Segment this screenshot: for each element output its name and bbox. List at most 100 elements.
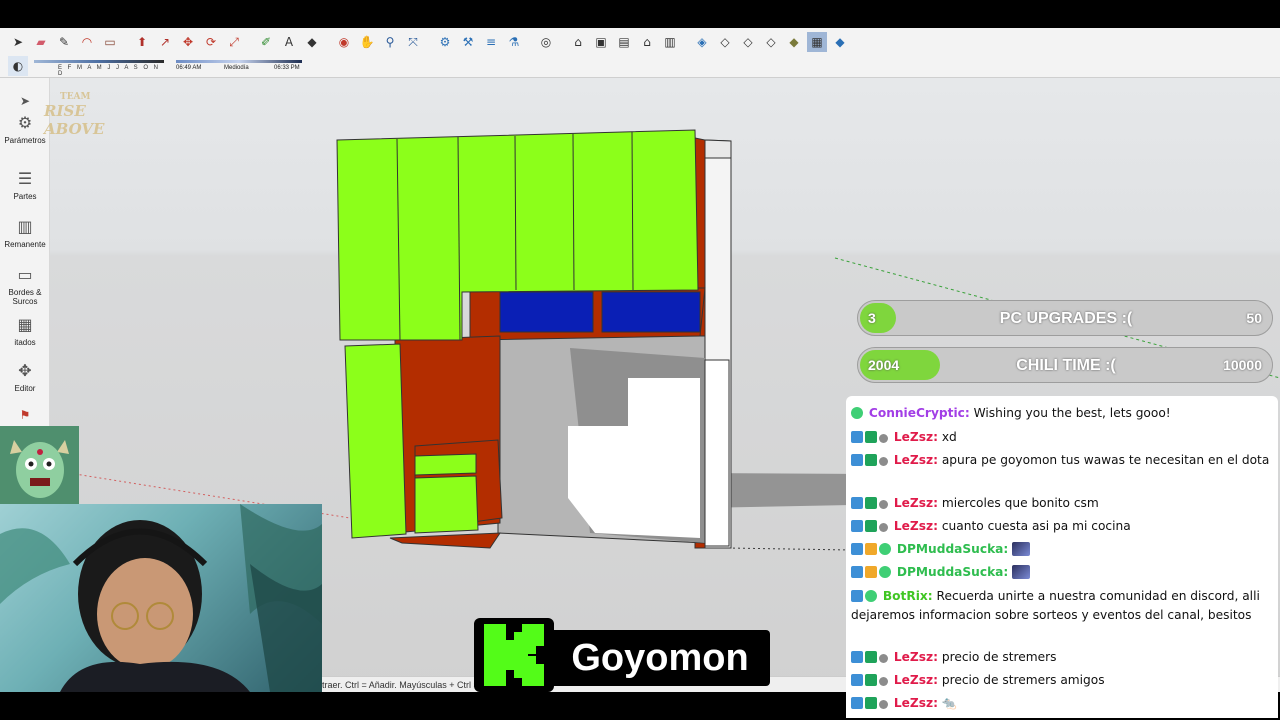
kick-logo-icon xyxy=(474,618,554,692)
chat-message: LeZsz: 🐀 xyxy=(851,694,1271,713)
chat-message: ConnieCryptic: Wishing you the best, let… xyxy=(851,404,1271,423)
og-badge-icon xyxy=(865,454,877,466)
time-start-label: 06:49 AM xyxy=(176,65,202,71)
goal-bar-chili-time: 2004 CHILI TIME :( 10000 xyxy=(857,347,1273,383)
shadows-toggle-icon[interactable]: ◐ xyxy=(8,56,28,76)
chat-text: xd xyxy=(941,430,957,444)
pan-icon[interactable]: ✋ xyxy=(357,32,377,52)
grey-badge-icon xyxy=(879,654,888,663)
chat-username: LeZsz: xyxy=(893,650,938,664)
orbit-icon[interactable]: ◉ xyxy=(334,32,354,52)
sidebar-item-itados[interactable]: ▦ itados xyxy=(0,314,50,347)
webcam-person-image xyxy=(0,504,322,692)
subscriber-badge-icon xyxy=(851,651,863,663)
chat-text: Wishing you the best, lets gooo! xyxy=(973,406,1171,420)
subscriber-badge-icon xyxy=(851,431,863,443)
hidden-line-icon[interactable]: ◇ xyxy=(738,32,758,52)
back-view-icon[interactable]: ▥ xyxy=(660,32,680,52)
follow-me-icon[interactable]: ↗ xyxy=(155,32,175,52)
og-badge-icon xyxy=(865,651,877,663)
chat-message: LeZsz: precio de stremers amigos xyxy=(851,671,1271,690)
chat-message: LeZsz: precio de stremers xyxy=(851,648,1271,667)
chat-username: DPMuddaSucka: xyxy=(896,565,1009,579)
plugin-sidebar: ➤ ⚙ Parámetros ☰ Partes ▥ Remanente ▭ Bo… xyxy=(0,78,50,426)
month-slider[interactable]: E F M A M J J A S O N D xyxy=(34,57,164,77)
month-labels: E F M A M J J A S O N D xyxy=(58,65,161,77)
select-arrow-icon: ➤ xyxy=(19,94,31,108)
sidebar-item-label: Bordes & Surcos xyxy=(8,288,42,306)
xray-icon[interactable]: ◈ xyxy=(692,32,712,52)
top-view-icon[interactable]: ▣ xyxy=(591,32,611,52)
rat-emote-icon: 🐀 xyxy=(941,696,958,710)
component-icon[interactable]: ⚙ xyxy=(435,32,455,52)
rectangle-icon[interactable]: ▭ xyxy=(100,32,120,52)
wireframe-icon[interactable]: ◇ xyxy=(715,32,735,52)
webcam-feed xyxy=(0,504,322,692)
verified-badge-icon xyxy=(879,566,891,578)
chat-message: LeZsz: miercoles que bonito csm xyxy=(851,494,1271,513)
sheet-icon: ▥ xyxy=(17,217,33,236)
sidebar-item-label: Editor xyxy=(14,384,36,393)
grey-badge-icon xyxy=(879,677,888,686)
shaded-textures-icon[interactable]: ◆ xyxy=(784,32,804,52)
logo-line-2: RISE ABOVE xyxy=(44,102,105,138)
pencil-line-icon[interactable]: ✎ xyxy=(54,32,74,52)
zoom-extents-icon[interactable]: ⤧ xyxy=(403,32,423,52)
og-badge-icon xyxy=(865,431,877,443)
styles-icon[interactable]: ◆ xyxy=(830,32,850,52)
move-icon[interactable]: ✥ xyxy=(178,32,198,52)
chat-username: LeZsz: xyxy=(893,496,938,510)
tape-measure-icon[interactable]: ✐ xyxy=(256,32,276,52)
goal-target: 50 xyxy=(1246,310,1262,326)
layers-icon[interactable]: ≡ xyxy=(481,32,501,52)
sidebar-item-editor[interactable]: ✥ Editor xyxy=(0,360,50,393)
sidebar-item-extra[interactable]: ⚑ xyxy=(0,404,50,428)
front-view-icon[interactable]: ▤ xyxy=(614,32,634,52)
goal-bar-pc-upgrades: 3 PC UPGRADES :( 50 xyxy=(857,300,1273,336)
chat-username: LeZsz: xyxy=(893,519,938,533)
sidebar-item-remanente[interactable]: ▥ Remanente xyxy=(0,216,50,249)
subscriber-badge-icon xyxy=(851,674,863,686)
arc-icon[interactable]: ◠ xyxy=(77,32,97,52)
chat-text: cuanto cuesta asi pa mi cocina xyxy=(941,519,1131,533)
time-slider[interactable]: 06:49 AM Mediodía 06:33 PM xyxy=(176,57,302,75)
warehouse-icon[interactable]: ⚒ xyxy=(458,32,478,52)
sliders-icon: ⚙ xyxy=(17,113,33,132)
sidebar-item-label: Remanente xyxy=(4,240,46,249)
sidebar-item-label: itados xyxy=(14,338,36,347)
verified-badge-icon xyxy=(879,543,891,555)
iso-view-icon[interactable]: ⌂ xyxy=(568,32,588,52)
grey-badge-icon xyxy=(879,434,888,443)
home-view-icon[interactable]: ⌂ xyxy=(637,32,657,52)
style-dropdown-icon[interactable]: ◎ xyxy=(536,32,556,52)
subscriber-badge-icon xyxy=(851,697,863,709)
og-badge-icon xyxy=(865,520,877,532)
sidebar-item-bordes[interactable]: ▭ Bordes & Surcos xyxy=(0,264,50,306)
goal-title: PC UPGRADES :( xyxy=(999,310,1133,327)
paint-bucket-icon[interactable]: ◆ xyxy=(302,32,322,52)
subscriber-badge-icon xyxy=(851,520,863,532)
select-arrow-icon[interactable]: ➤ xyxy=(8,32,28,52)
extension-icon[interactable]: ⚗ xyxy=(504,32,524,52)
zoom-icon[interactable]: ⚲ xyxy=(380,32,400,52)
monochrome-icon[interactable]: ▦ xyxy=(807,32,827,52)
grey-badge-icon xyxy=(879,500,888,509)
edge-banding-icon: ▭ xyxy=(17,265,33,284)
chat-text: precio de stremers xyxy=(941,650,1057,664)
chat-message: LeZsz: apura pe goyomon tus wawas te nec… xyxy=(851,451,1271,470)
push-pull-icon[interactable]: ⬆ xyxy=(132,32,152,52)
sidebar-item-partes[interactable]: ☰ Partes xyxy=(0,168,50,201)
text-icon[interactable]: A xyxy=(279,32,299,52)
layers-stack-icon: ☰ xyxy=(17,169,33,188)
subscriber-badge-icon xyxy=(851,497,863,509)
toolbar-row-shadows: ◐ E F M A M J J A S O N D 06:49 AM Medio… xyxy=(8,55,302,77)
og-badge-icon xyxy=(865,697,877,709)
team-logo: TEAM RISE ABOVE xyxy=(40,82,112,138)
sidebar-item-label: Parámetros xyxy=(4,136,46,145)
sketchup-toolbar: ➤ ▰ ✎ ◠ ▭ ⬆ ↗ ✥ ⟳ ⤢ ✐ A ◆ ◉ ✋ ⚲ ⤧ ⚙ ⚒ ≡ … xyxy=(0,28,1280,78)
time-end-label: 06:33 PM xyxy=(274,65,300,71)
eraser-icon[interactable]: ▰ xyxy=(31,32,51,52)
scale-icon[interactable]: ⤢ xyxy=(224,32,244,52)
shaded-icon[interactable]: ◇ xyxy=(761,32,781,52)
rotate-icon[interactable]: ⟳ xyxy=(201,32,221,52)
